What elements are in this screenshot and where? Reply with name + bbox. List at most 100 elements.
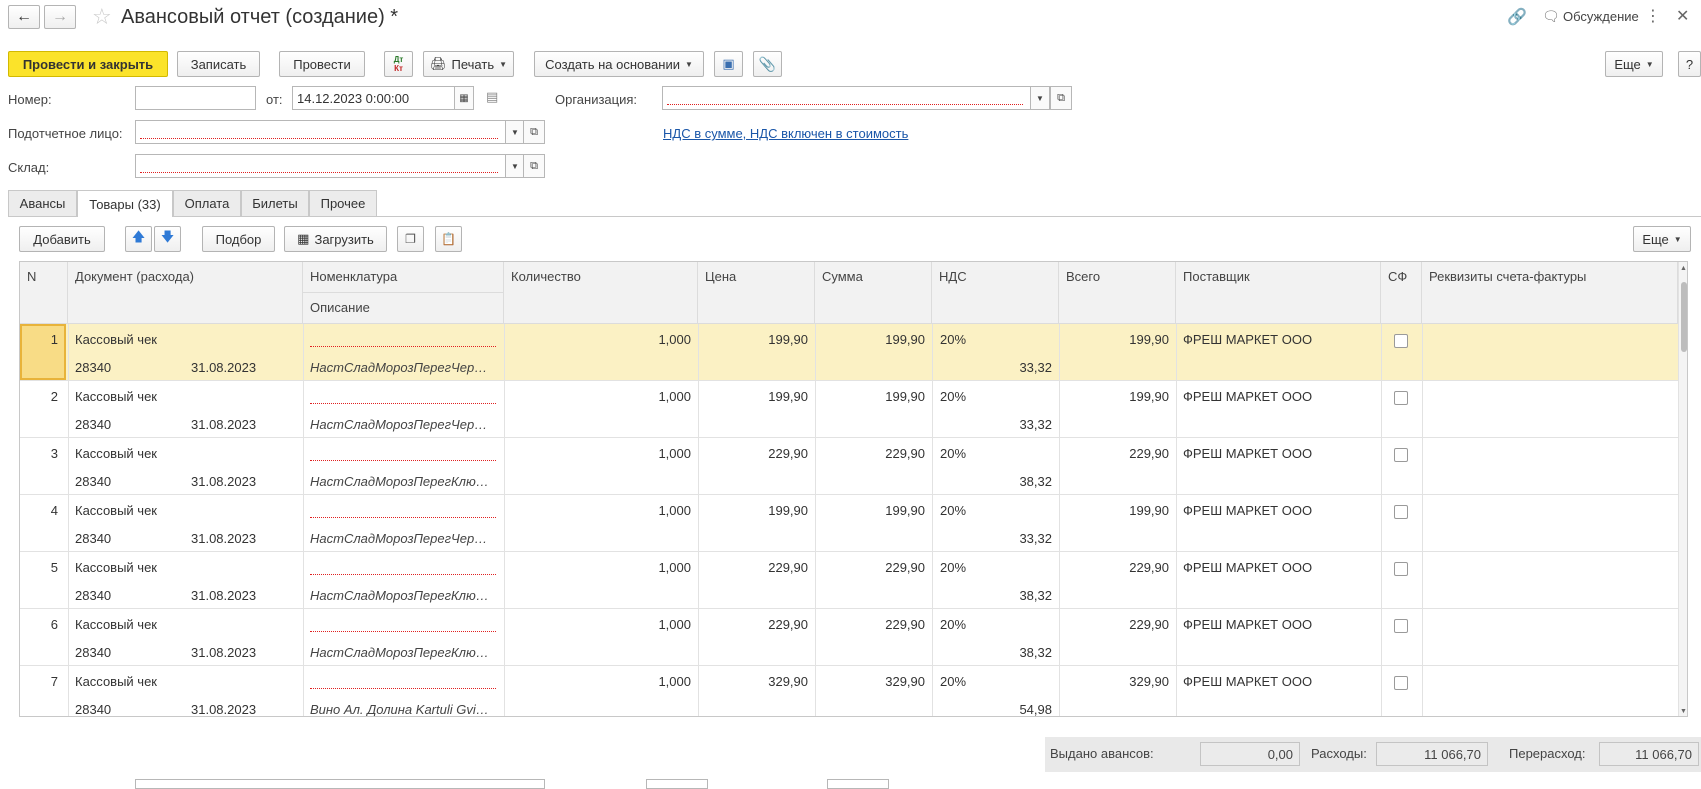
cell-n[interactable]: 2 [20,389,58,404]
col-header-n[interactable]: N [20,262,68,324]
cell-supplier[interactable]: ФРЕШ МАРКЕТ ООО [1183,446,1312,461]
discussion-link[interactable]: Обсуждение [1563,9,1639,24]
cell-document-number[interactable]: 28340 [75,588,111,603]
col-header-total[interactable]: Всего [1059,262,1176,324]
tab-tickets[interactable]: Билеты [241,190,309,216]
cell-sum[interactable]: 229,90 [815,446,925,461]
scroll-up-arrow[interactable]: ▲ [1680,265,1687,272]
table-row[interactable]: 4 Кассовый чек 28340 31.08.2023 НастСладМоро… [20,495,1678,552]
cell-quantity[interactable]: 1,000 [504,560,691,575]
cell-nomenclature-required[interactable] [310,631,496,632]
cell-document-number[interactable]: 28340 [75,531,111,546]
cell-sum[interactable]: 229,90 [815,560,925,575]
cell-document-type[interactable]: Кассовый чек [75,389,157,404]
warehouse-field[interactable]: ▼ [135,154,525,178]
cell-sum[interactable]: 199,90 [815,332,925,347]
structure-button[interactable]: ▣ [714,51,743,77]
cell-document-date[interactable]: 31.08.2023 [191,360,256,375]
cell-quantity[interactable]: 1,000 [504,503,691,518]
table-row[interactable]: 7 Кассовый чек 28340 31.08.2023 Вино Ал. Дол… [20,666,1678,716]
bottom-field-3[interactable] [827,779,889,789]
cell-sum[interactable]: 199,90 [815,503,925,518]
cell-description[interactable]: Вино Ал. Долина Kartuli Gvi… [310,702,489,716]
table-row[interactable]: 1 Кассовый чек 28340 31.08.2023 НастСладМоро… [20,324,1678,381]
accountable-person-open-button[interactable]: ⧉ [523,120,545,144]
cell-total[interactable]: 229,90 [1059,560,1169,575]
cell-vat-sum[interactable]: 38,32 [932,588,1052,603]
post-and-close-button[interactable]: Провести и закрыть [8,51,168,77]
cell-description[interactable]: НастСладМорозПерегКлю… [310,645,489,660]
cell-vat-rate[interactable]: 20% [940,503,966,518]
col-header-quantity[interactable]: Количество [504,262,698,324]
cell-description[interactable]: НастСладМорозПерегЧер… [310,360,487,375]
create-based-on-button[interactable]: Создать на основании ▼ [534,51,704,77]
cell-document-type[interactable]: Кассовый чек [75,617,157,632]
cell-total[interactable]: 199,90 [1059,332,1169,347]
tab-goods[interactable]: Товары (33) [77,190,173,217]
cell-document-date[interactable]: 31.08.2023 [191,645,256,660]
cell-vat-rate[interactable]: 20% [940,332,966,347]
organization-field[interactable]: ▼ [662,86,1050,110]
sf-checkbox[interactable] [1394,562,1408,576]
cell-document-type[interactable]: Кассовый чек [75,503,157,518]
cell-total[interactable]: 199,90 [1059,389,1169,404]
col-header-price[interactable]: Цена [698,262,815,324]
vertical-scrollbar[interactable]: ▲ ▼ [1678,262,1687,716]
warehouse-dropdown[interactable]: ▼ [505,154,525,178]
selection-button[interactable]: Подбор [202,226,275,252]
cell-vat-sum[interactable]: 54,98 [932,702,1052,716]
cell-document-date[interactable]: 31.08.2023 [191,474,256,489]
print-button[interactable]: 🖨 Печать ▼ [423,51,514,77]
load-button[interactable]: ▦ Загрузить [284,226,387,252]
table-more-button[interactable]: Еще ▼ [1633,226,1691,252]
cell-supplier[interactable]: ФРЕШ МАРКЕТ ООО [1183,332,1312,347]
cell-total[interactable]: 229,90 [1059,446,1169,461]
discussion-icon[interactable]: 🗨 [1542,8,1560,25]
cell-description[interactable]: НастСладМорозПерегЧер… [310,531,487,546]
cell-sum[interactable]: 229,90 [815,617,925,632]
organization-dropdown[interactable]: ▼ [1030,86,1050,110]
cell-supplier[interactable]: ФРЕШ МАРКЕТ ООО [1183,560,1312,575]
back-button[interactable]: ← [8,5,40,29]
table-row[interactable]: 5 Кассовый чек 28340 31.08.2023 НастСладМоро… [20,552,1678,609]
cell-quantity[interactable]: 1,000 [504,674,691,689]
cell-supplier[interactable]: ФРЕШ МАРКЕТ ООО [1183,389,1312,404]
cell-vat-rate[interactable]: 20% [940,446,966,461]
cell-supplier[interactable]: ФРЕШ МАРКЕТ ООО [1183,503,1312,518]
calendar-button[interactable]: ▦ [454,86,474,110]
cell-quantity[interactable]: 1,000 [504,332,691,347]
cell-description[interactable]: НастСладМорозПерегКлю… [310,474,489,489]
cell-price[interactable]: 199,90 [698,332,808,347]
cell-price[interactable]: 229,90 [698,560,808,575]
tab-payment[interactable]: Оплата [173,190,241,216]
more-vert-icon[interactable]: ⋮ [1645,6,1661,26]
cell-quantity[interactable]: 1,000 [504,446,691,461]
cell-vat-rate[interactable]: 20% [940,560,966,575]
tab-advances[interactable]: Авансы [8,190,77,216]
cell-vat-sum[interactable]: 38,32 [932,645,1052,660]
sf-checkbox[interactable] [1394,391,1408,405]
scroll-thumb[interactable] [1681,282,1687,352]
more-button[interactable]: Еще ▼ [1605,51,1663,77]
sf-checkbox[interactable] [1394,505,1408,519]
col-header-sum[interactable]: Сумма [815,262,932,324]
copy-rows-button[interactable]: ❐ [397,226,424,252]
cell-vat-rate[interactable]: 20% [940,389,966,404]
star-icon[interactable]: ☆ [92,4,112,30]
table-row[interactable]: 2 Кассовый чек 28340 31.08.2023 НастСладМоро… [20,381,1678,438]
attachments-button[interactable]: 📎 [753,51,782,77]
cell-description[interactable]: НастСладМорозПерегЧер… [310,417,487,432]
cell-n[interactable]: 7 [20,674,58,689]
number-field[interactable] [135,86,256,110]
col-header-invoice-details[interactable]: Реквизиты счета-фактуры [1422,262,1678,324]
add-row-button[interactable]: Добавить [19,226,105,252]
comment-field[interactable] [135,779,545,789]
cell-nomenclature-required[interactable] [310,574,496,575]
cell-document-type[interactable]: Кассовый чек [75,560,157,575]
cell-sum[interactable]: 329,90 [815,674,925,689]
cell-price[interactable]: 229,90 [698,617,808,632]
col-header-vat[interactable]: НДС [932,262,1059,324]
cell-document-date[interactable]: 31.08.2023 [191,417,256,432]
cell-supplier[interactable]: ФРЕШ МАРКЕТ ООО [1183,674,1312,689]
cell-document-type[interactable]: Кассовый чек [75,332,157,347]
